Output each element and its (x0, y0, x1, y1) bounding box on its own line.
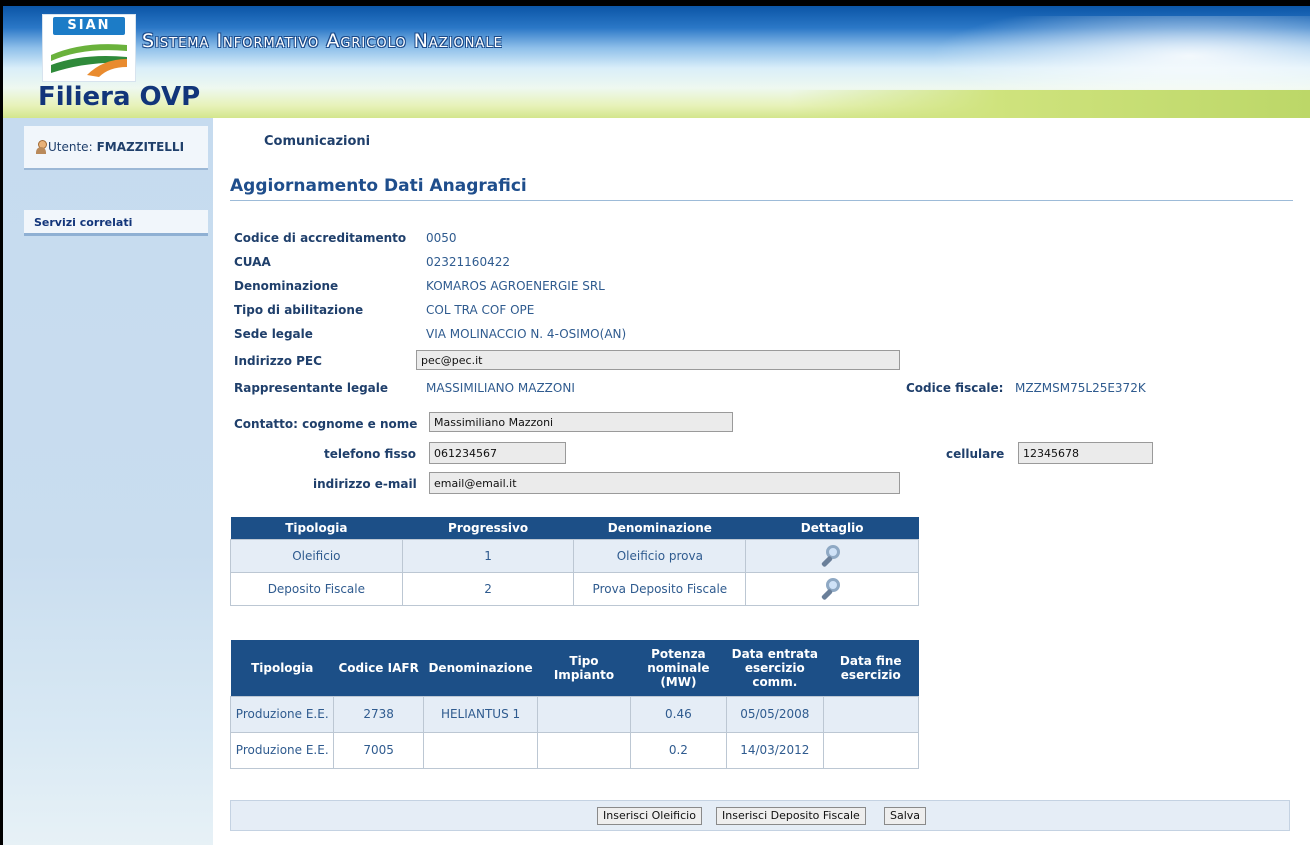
email-label: indirizzo e-mail (313, 477, 417, 491)
page-title: Aggiornamento Dati Anagrafici (230, 176, 527, 196)
cell-tipologia: Produzione E.E. (229, 731, 335, 769)
col-denominazione: Denominazione (423, 640, 538, 696)
table-row: Produzione E.E. 2738 HELIANTUS 1 0.46 05… (229, 695, 919, 733)
col-tipologia: Tipologia (230, 517, 403, 539)
denominazione-value: KOMAROS AGROENERGIE SRL (426, 279, 605, 293)
cell-tipologia: Produzione E.E. (229, 695, 335, 733)
contatto-label: Contatto: cognome e nome (234, 417, 418, 431)
cell-denominazione: Oleificio prova (573, 538, 747, 573)
cell-denominazione (422, 731, 539, 769)
pec-input[interactable] (416, 350, 900, 370)
cell-denominazione: Prova Deposito Fiscale (573, 571, 747, 606)
telefono-input[interactable] (429, 442, 566, 464)
contatto-input[interactable] (429, 412, 733, 432)
sede-legale-label: Sede legale (234, 327, 313, 341)
tipo-abilitazione-label: Tipo di abilitazione (234, 303, 364, 317)
cellulare-label: cellulare (946, 447, 1005, 461)
cell-potenza: 0.2 (629, 731, 728, 769)
col-denominazione: Denominazione (573, 517, 746, 539)
cell-dettaglio (745, 571, 919, 606)
sidebar-item-servizi-correlati[interactable]: Servizi correlati (24, 210, 208, 236)
col-codice-iafr: Codice IAFR (333, 640, 424, 696)
iafr-table: Tipologia Codice IAFR Denominazione Tipo… (229, 640, 919, 769)
cuaa-label: CUAA (234, 255, 271, 269)
title-divider (230, 200, 1293, 201)
table-row: Produzione E.E. 7005 0.2 14/03/2012 (229, 731, 919, 769)
codice-value: 0050 (426, 231, 457, 245)
user-icon (36, 140, 47, 154)
codice-label: Codice di accreditamento (234, 231, 407, 245)
table-row: Oleificio 1 Oleificio prova (230, 538, 919, 573)
inserisci-oleificio-button[interactable]: Inserisci Oleificio (597, 807, 702, 825)
magnifier-icon[interactable] (819, 577, 845, 601)
inserisci-deposito-button[interactable]: Inserisci Deposito Fiscale (716, 807, 866, 825)
col-data-fine: Data fine esercizio (823, 640, 919, 696)
cell-data-entrata: 05/05/2008 (726, 695, 824, 733)
table-row: Deposito Fiscale 2 Prova Deposito Fiscal… (230, 571, 919, 606)
rappresentante-label: Rappresentante legale (234, 381, 389, 395)
cell-data-fine (822, 731, 919, 769)
magnifier-icon[interactable] (819, 544, 845, 568)
col-data-entrata: Data entrata esercizio comm. (726, 640, 823, 696)
user-label: Utente: (48, 140, 93, 154)
user-info: Utente: FMAZZITELLI (24, 126, 208, 170)
col-progressivo: Progressivo (402, 517, 574, 539)
col-dettaglio: Dettaglio (745, 517, 919, 539)
cell-tipologia: Deposito Fiscale (230, 571, 403, 606)
cell-tipo-impianto (537, 695, 631, 733)
cell-tipo-impianto (537, 731, 631, 769)
header-grass (790, 90, 1310, 118)
sian-logo[interactable]: SIAN (42, 14, 136, 82)
pec-label: Indirizzo PEC (234, 354, 322, 368)
user-name: FMAZZITELLI (96, 140, 185, 154)
cell-codice-iafr: 2738 (333, 695, 424, 733)
cell-progressivo: 2 (401, 571, 575, 606)
app-title: Filiera OVP (38, 82, 201, 112)
cell-progressivo: 1 (401, 538, 575, 573)
cell-codice-iafr: 7005 (333, 731, 424, 769)
impianti-table: Tipologia Progressivo Denominazione Dett… (230, 517, 919, 606)
col-tipo-impianto: Tipo Impianto (537, 640, 631, 696)
sede-legale-value: VIA MOLINACCIO N. 4-OSIMO(AN) (426, 327, 627, 341)
codice-fiscale-label: Codice fiscale: (906, 381, 1004, 395)
cell-denominazione: HELIANTUS 1 (422, 695, 539, 733)
col-tipologia: Tipologia (230, 640, 334, 696)
email-input[interactable] (429, 472, 900, 494)
salva-button[interactable]: Salva (884, 807, 927, 825)
breadcrumb[interactable]: Comunicazioni (264, 134, 370, 149)
system-title: Sistema Informativo Agricolo Nazionale (142, 30, 503, 52)
cell-potenza: 0.46 (629, 695, 728, 733)
denominazione-label: Denominazione (234, 279, 339, 293)
cell-tipologia: Oleificio (230, 538, 403, 573)
cellulare-input[interactable] (1018, 442, 1153, 464)
logo-fields-icon (51, 44, 127, 77)
cell-data-entrata: 14/03/2012 (726, 731, 824, 769)
telefono-label: telefono fisso (324, 447, 416, 461)
tipo-abilitazione-value: COL TRA COF OPE (426, 303, 535, 317)
codice-fiscale-value: MZZMSM75L25E372K (1015, 381, 1146, 395)
cuaa-value: 02321160422 (426, 255, 510, 269)
col-potenza: Potenza nominale (MW) (630, 640, 727, 696)
rappresentante-value: MASSIMILIANO MAZZONI (426, 381, 575, 395)
cell-dettaglio (745, 538, 919, 573)
cell-data-fine (822, 695, 919, 733)
